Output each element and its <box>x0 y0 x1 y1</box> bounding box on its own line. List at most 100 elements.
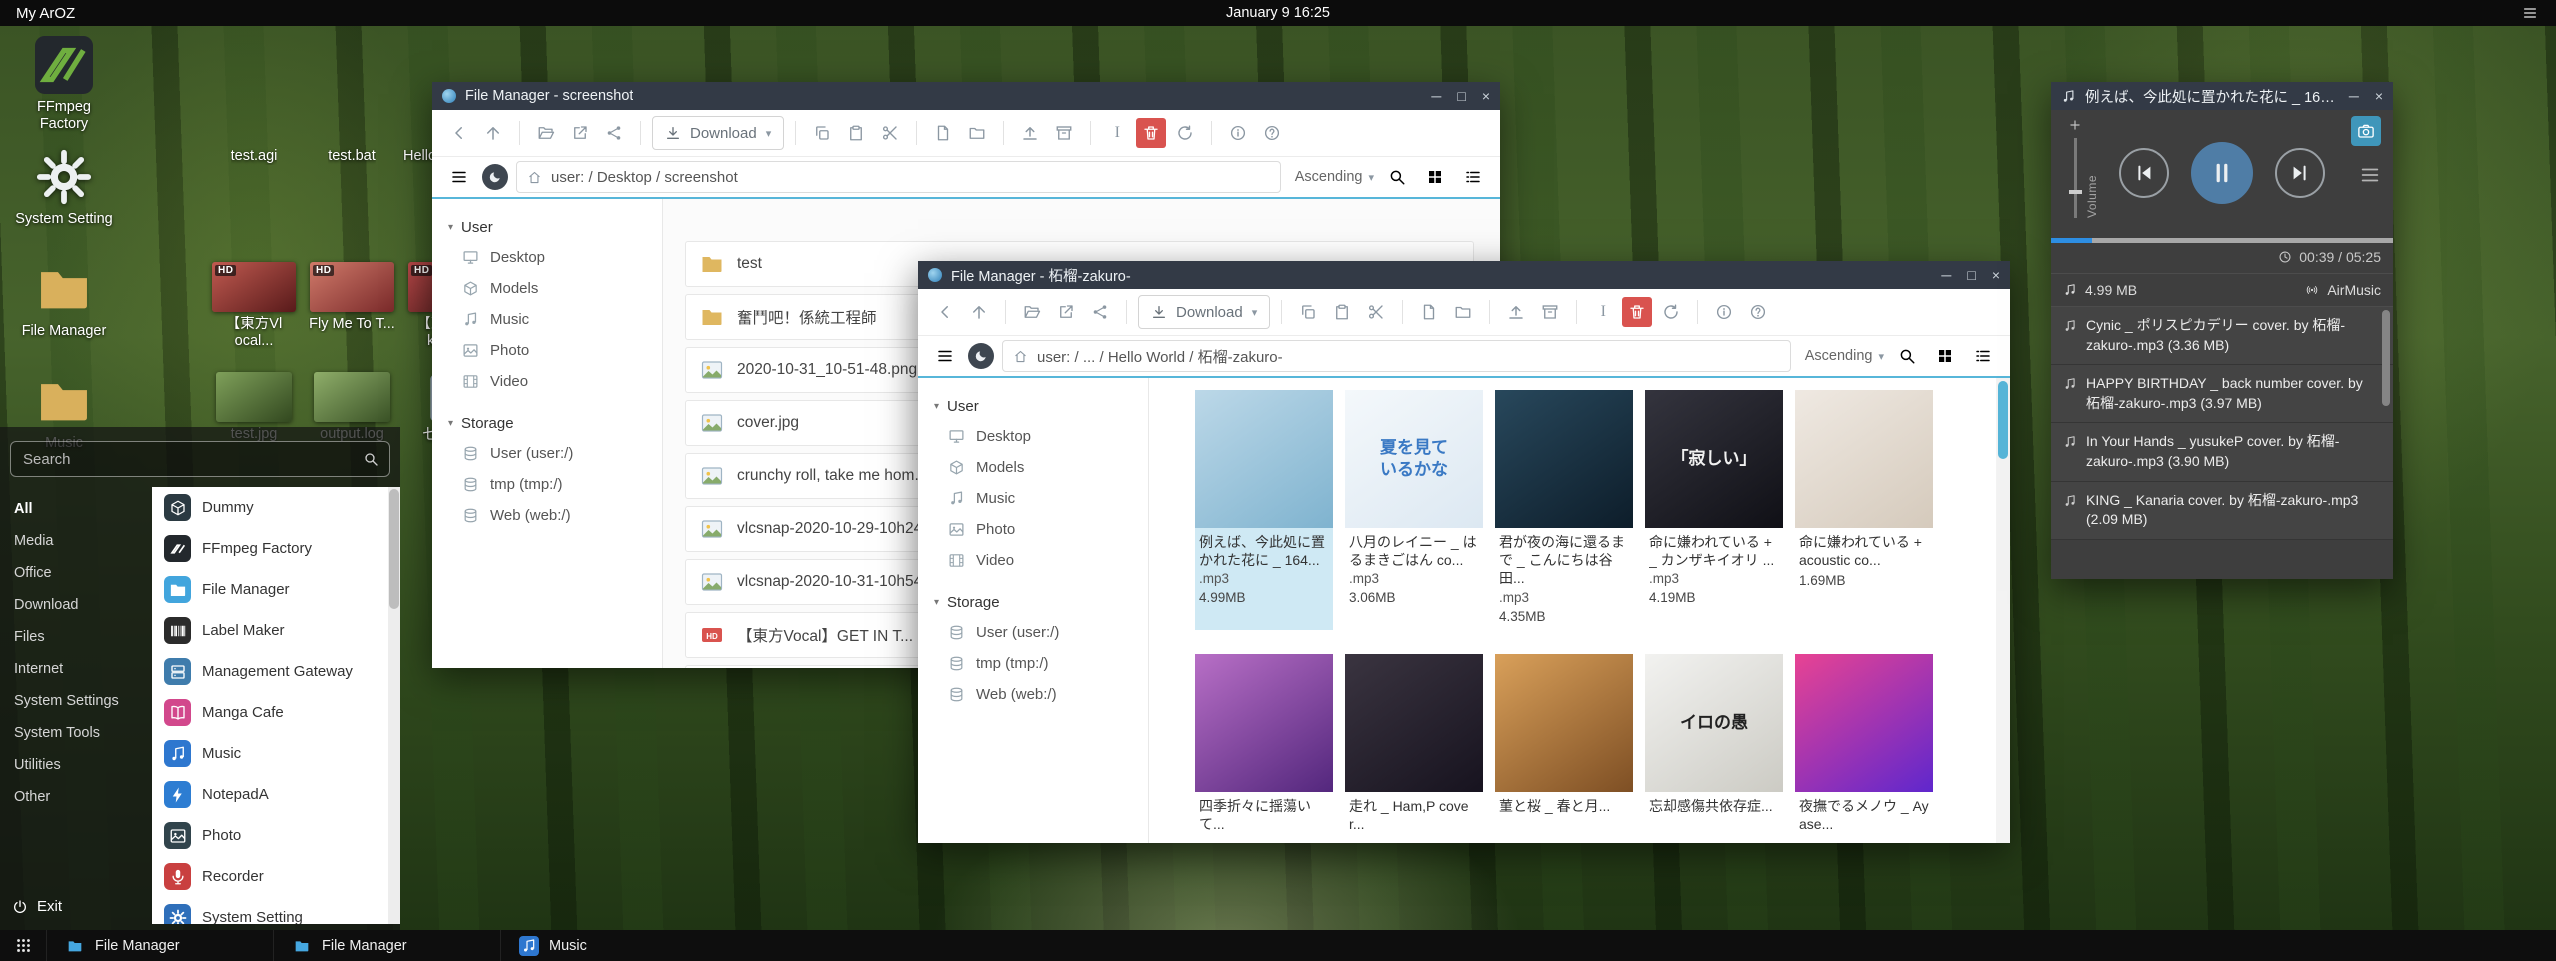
previous-track-button[interactable] <box>2119 148 2169 198</box>
file-tile[interactable]: イロの愚 忘却感傷共依存症... <box>1645 654 1783 843</box>
playlist-item[interactable]: In Your Hands _ yusukeP cover. by 柘榴-zak… <box>2051 423 2393 481</box>
file-tile[interactable]: 「寂しい」 命に嫌われている + _ カンザキイオリ ... .mp3 4.19… <box>1645 390 1783 630</box>
category-item[interactable]: All <box>0 493 152 525</box>
path-input[interactable]: user: / ... / Hello World / 柘榴-zakuro- <box>1002 340 1791 372</box>
scrollbar-thumb[interactable] <box>1998 381 2008 459</box>
upload-button[interactable] <box>1501 297 1531 327</box>
app-list-item[interactable]: Music <box>152 733 400 774</box>
maximize-button[interactable]: □ <box>1457 89 1465 103</box>
file-tile[interactable]: 例えば、今此処に置かれた花に _ 164... .mp3 4.99MB <box>1195 390 1333 630</box>
sidebar-item[interactable]: tmp (tmp:/) <box>432 469 662 500</box>
playlist-item[interactable]: Cynic _ ポリスピカデリー cover. by 柘榴-zakuro-.mp… <box>2051 307 2393 365</box>
file-tile[interactable]: 夜撫でるメノウ _ Ayase... <box>1795 654 1933 843</box>
file-tile[interactable]: 君が夜の海に還るまで _ こんにちは谷田... .mp3 4.35MB <box>1495 390 1633 630</box>
app-list-item[interactable]: Recorder <box>152 856 400 897</box>
aroz-menu-button[interactable]: My ArOZ <box>16 5 75 22</box>
minimize-button[interactable]: ─ <box>2349 89 2359 103</box>
exit-button[interactable]: Exit <box>12 898 62 915</box>
category-item[interactable]: Files <box>0 621 152 653</box>
app-list-item[interactable]: Dummy <box>152 487 400 528</box>
new-folder-button[interactable] <box>962 118 992 148</box>
sort-dropdown[interactable]: Ascending ▾ <box>1295 169 1374 185</box>
search-button[interactable] <box>1892 341 1922 371</box>
titlebar[interactable]: File Manager - screenshot ─ □ × <box>432 82 1500 110</box>
sidebar-item[interactable]: User (user:/) <box>918 617 1148 648</box>
sidebar-item[interactable]: Models <box>432 273 662 304</box>
path-input[interactable]: user: / Desktop / screenshot <box>516 161 1281 193</box>
app-list-item[interactable]: Photo <box>152 815 400 856</box>
list-view-button[interactable] <box>1968 341 1998 371</box>
archive-button[interactable] <box>1535 297 1565 327</box>
category-item[interactable]: System Tools <box>0 717 152 749</box>
sidebar-toggle-button[interactable] <box>930 341 960 371</box>
playlist-item[interactable]: KING _ Kanaria cover. by 柘榴-zakuro-.mp3 … <box>2051 482 2393 540</box>
sidebar-toggle-button[interactable] <box>444 162 474 192</box>
sidebar-item[interactable]: Photo <box>432 335 662 366</box>
taskbar-item[interactable]: Music <box>500 930 727 961</box>
sidebar-item[interactable]: Desktop <box>432 242 662 273</box>
grid-scrollbar[interactable] <box>1996 378 2010 843</box>
category-item[interactable]: Other <box>0 781 152 813</box>
desktop-shortcut[interactable]: System Setting <box>8 148 120 260</box>
up-button[interactable] <box>964 297 994 327</box>
share-button[interactable] <box>599 118 629 148</box>
sidebar-section-storage[interactable]: ▾ Storage <box>432 409 662 438</box>
sort-dropdown[interactable]: Ascending ▾ <box>1805 348 1884 364</box>
refresh-button[interactable] <box>1170 118 1200 148</box>
playlist-scrollbar[interactable] <box>2382 310 2390 406</box>
titlebar[interactable]: 例えば、今此処に置かれた花に _ 164 c... ─ × <box>2051 82 2393 110</box>
desktop-shortcut[interactable]: FFmpeg Factory <box>8 36 120 148</box>
download-button[interactable]: Download ▾ <box>652 116 784 150</box>
app-list-scrollbar[interactable] <box>388 487 400 924</box>
minimize-button[interactable]: ─ <box>1431 89 1441 103</box>
sidebar-item[interactable]: Video <box>432 366 662 397</box>
taskbar-item[interactable]: File Manager <box>46 930 273 961</box>
sidebar-section-user[interactable]: ▾ User <box>432 213 662 242</box>
sidebar-section-user[interactable]: ▾ User <box>918 392 1148 421</box>
file-tile[interactable]: 夏を見て いるかな 八月のレイニー _ はるまきごはん co... .mp3 3… <box>1345 390 1483 630</box>
app-list-item[interactable]: Label Maker <box>152 610 400 651</box>
category-item[interactable]: System Settings <box>0 685 152 717</box>
share-button[interactable] <box>1085 297 1115 327</box>
desktop-file[interactable]: test.bat <box>303 148 401 165</box>
sidebar-item[interactable]: Models <box>918 452 1148 483</box>
category-item[interactable]: Media <box>0 525 152 557</box>
open-folder-button[interactable] <box>531 118 561 148</box>
file-tile[interactable]: 命に嫌われている + acoustic co... 1.69MB <box>1795 390 1933 630</box>
refresh-button[interactable] <box>1656 297 1686 327</box>
sidebar-item[interactable]: Desktop <box>918 421 1148 452</box>
back-button[interactable] <box>930 297 960 327</box>
sidebar-section-storage[interactable]: ▾ Storage <box>918 588 1148 617</box>
app-list-item[interactable]: File Manager <box>152 569 400 610</box>
rename-button[interactable]: I <box>1588 297 1618 327</box>
app-list-item[interactable]: NotepadA <box>152 774 400 815</box>
new-file-button[interactable] <box>1414 297 1444 327</box>
playlist-item[interactable]: HAPPY BIRTHDAY _ back number cover. by 柘… <box>2051 365 2393 423</box>
cut-button[interactable] <box>875 118 905 148</box>
category-item[interactable]: Office <box>0 557 152 589</box>
new-folder-button[interactable] <box>1448 297 1478 327</box>
search-box[interactable] <box>10 441 390 477</box>
cut-button[interactable] <box>1361 297 1391 327</box>
list-view-button[interactable] <box>1458 162 1488 192</box>
desktop-file[interactable]: HD Fly Me To T... <box>303 262 401 349</box>
sidebar-item[interactable]: Video <box>918 545 1148 576</box>
queue-button[interactable] <box>2359 164 2381 186</box>
category-item[interactable]: Internet <box>0 653 152 685</box>
copy-button[interactable] <box>1293 297 1323 327</box>
taskbar-item[interactable]: File Manager <box>273 930 500 961</box>
help-button[interactable] <box>1743 297 1773 327</box>
titlebar[interactable]: File Manager - 柘榴-zakuro- ─ □ × <box>918 261 2010 289</box>
category-item[interactable]: Utilities <box>0 749 152 781</box>
close-button[interactable]: × <box>1992 268 2000 282</box>
help-button[interactable] <box>1257 118 1287 148</box>
delete-button[interactable] <box>1136 118 1166 148</box>
download-button[interactable]: Download ▾ <box>1138 295 1270 329</box>
app-launcher-button[interactable] <box>0 930 46 961</box>
minimize-button[interactable]: ─ <box>1941 268 1951 282</box>
airmusic-button[interactable]: AirMusic <box>2305 282 2381 298</box>
sidebar-item[interactable]: Web (web:/) <box>432 500 662 531</box>
search-input[interactable] <box>11 451 389 468</box>
upload-button[interactable] <box>1015 118 1045 148</box>
category-item[interactable]: Download <box>0 589 152 621</box>
